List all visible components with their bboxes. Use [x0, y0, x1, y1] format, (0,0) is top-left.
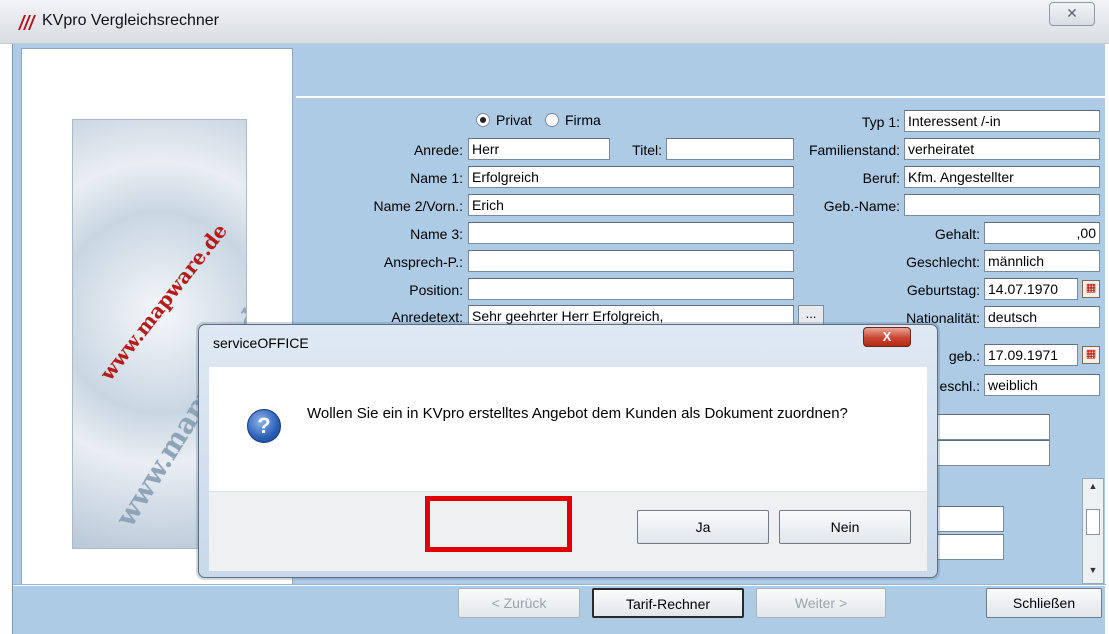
typ-label: Typ 1: [861, 114, 900, 130]
name2-label: Name 2/Vorn.: [373, 198, 464, 214]
window-title: KVpro Vergleichsrechner [42, 12, 219, 29]
geburtstag-field[interactable]: 14.07.1970 [984, 278, 1078, 300]
titel-field[interactable] [666, 138, 794, 160]
name3-field[interactable] [468, 222, 794, 244]
extra-field-3[interactable] [930, 506, 1004, 532]
yes-button[interactable]: Ja [637, 510, 769, 544]
back-button[interactable]: < Zurück [458, 588, 580, 618]
dialog-message: Wollen Sie ein in KVpro erstelltes Angeb… [307, 405, 848, 422]
radio-firma-label: Firma [565, 112, 601, 128]
beruf-field[interactable]: Kfm. Angestellter [904, 166, 1100, 188]
familienstand-label: Familienstand: [808, 142, 900, 158]
position-field[interactable] [468, 278, 794, 300]
dialog-close-button[interactable]: X [863, 327, 911, 347]
geschlecht-label: Geschlecht: [906, 254, 980, 270]
mapware-logo-icon [18, 15, 36, 30]
window-close-button[interactable]: ✕ [1049, 2, 1095, 26]
no-button[interactable]: Nein [779, 510, 911, 544]
radio-privat[interactable] [476, 113, 490, 127]
anrede-field[interactable]: Herr [468, 138, 610, 160]
extra-field-2[interactable] [930, 440, 1050, 466]
footer-divider [13, 584, 1106, 586]
main-titlebar: KVpro Vergleichsrechner ✕ [0, 0, 1109, 44]
scroll-down-icon[interactable]: ▼ [1083, 565, 1103, 581]
close-window-button[interactable]: Schließen [986, 588, 1102, 618]
beruf-label: Beruf: [862, 170, 900, 186]
partner-geb-calendar-icon[interactable]: ▦ [1082, 346, 1100, 364]
dialog-body: ? Wollen Sie ein in KVpro erstelltes Ang… [209, 367, 927, 491]
ansprech-field[interactable] [468, 250, 794, 272]
typ-field[interactable]: Interessent /-in [904, 110, 1100, 132]
question-icon: ? [247, 409, 281, 443]
position-label: Position: [409, 282, 463, 298]
radio-privat-label: Privat [496, 112, 532, 128]
next-button[interactable]: Weiter > [756, 588, 886, 618]
partner-geb-field[interactable]: 17.09.1971 [984, 344, 1078, 366]
name2-field[interactable]: Erich [468, 194, 794, 216]
radio-firma[interactable] [545, 113, 559, 127]
notes-scrollbar[interactable]: ▲ ▼ [1082, 478, 1104, 584]
ansprech-label: Ansprech-P.: [383, 254, 463, 270]
geburtstag-label: Geburtstag: [906, 282, 980, 298]
anrede-label: Anrede: [413, 142, 463, 158]
tarif-rechner-button[interactable]: Tarif-Rechner [592, 588, 744, 618]
familienstand-field[interactable]: verheiratet [904, 138, 1100, 160]
scroll-thumb[interactable] [1086, 509, 1100, 535]
partner-geschl-field[interactable]: weiblich [984, 374, 1100, 396]
dialog-title: serviceOFFICE [213, 335, 309, 351]
gebname-field[interactable] [904, 194, 1100, 216]
header-divider [296, 96, 1106, 98]
gebname-label: Geb.-Name: [823, 198, 900, 214]
name1-label: Name 1: [410, 170, 463, 186]
name3-label: Name 3: [410, 226, 463, 242]
name1-field[interactable]: Erfolgreich [468, 166, 794, 188]
scroll-up-icon[interactable]: ▲ [1083, 481, 1103, 497]
extra-field-4[interactable] [930, 534, 1004, 560]
gehalt-label: Gehalt: [934, 226, 980, 242]
geschlecht-field[interactable]: männlich [984, 250, 1100, 272]
titel-label: Titel: [632, 142, 662, 158]
gehalt-field[interactable]: ,00 [984, 222, 1100, 244]
extra-field-1[interactable] [930, 414, 1050, 440]
geburtstag-calendar-icon[interactable]: ▦ [1082, 280, 1100, 298]
yes-button-highlight [425, 496, 572, 552]
nationalitaet-field[interactable]: deutsch [984, 306, 1100, 328]
